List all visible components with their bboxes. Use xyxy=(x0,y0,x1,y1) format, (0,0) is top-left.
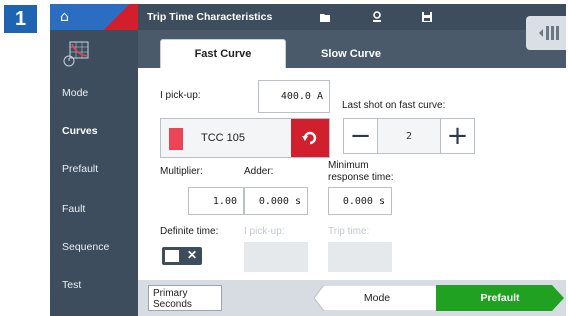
device-window: ⌂ Mode Curves Prefault Fault Sequence Te… xyxy=(50,4,566,316)
dt-ipickup-label: I pick-up: xyxy=(244,226,285,237)
last-shot-value: 2 xyxy=(405,130,413,142)
curve-color-swatch xyxy=(169,128,183,150)
adder-input[interactable]: 0.000 s xyxy=(244,187,308,215)
last-shot-stepper[interactable]: − 2 + xyxy=(343,118,475,154)
tab-slow-curve[interactable]: Slow Curve xyxy=(288,39,414,68)
min-response-input[interactable]: 0.000 s xyxy=(328,187,392,215)
dt-trip-time-input xyxy=(328,242,392,272)
trip-curve-icon xyxy=(63,41,89,67)
curve-selector[interactable]: TCC 105 xyxy=(160,118,330,158)
footer-bar: Primary Seconds Mode Prefault xyxy=(138,280,566,316)
title-bar: Trip Time Characteristics xyxy=(138,4,566,30)
mode-button-label: Mode xyxy=(363,292,391,304)
panel-collapse-button[interactable] xyxy=(526,16,566,50)
reset-curve-button[interactable] xyxy=(291,119,329,157)
ipickup-input[interactable]: 400.0 A xyxy=(258,80,330,113)
prefault-button-label: Prefault xyxy=(480,292,520,304)
curve-name: TCC 105 xyxy=(201,132,246,144)
min-response-label-line2: response time: xyxy=(328,172,394,183)
sidebar-item-fault[interactable]: Fault xyxy=(50,190,138,228)
page-title: Trip Time Characteristics xyxy=(147,11,273,23)
grid-icon xyxy=(539,26,559,40)
multiplier-label: Multiplier: xyxy=(160,166,203,177)
undo-icon xyxy=(302,131,317,145)
curve-tabs: Fast Curve Slow Curve xyxy=(138,30,566,68)
tab-fast-curve[interactable]: Fast Curve xyxy=(160,39,286,68)
multiplier-input[interactable]: 1.00 xyxy=(188,187,244,215)
dt-ipickup-input xyxy=(244,242,308,272)
definite-time-toggle[interactable]: ✕ xyxy=(162,247,202,265)
units-line1: Primary xyxy=(153,288,188,299)
sidebar-item-curves[interactable]: Curves xyxy=(50,112,138,150)
home-icon: ⌂ xyxy=(60,9,69,25)
back-mode-button[interactable]: Mode xyxy=(314,285,440,311)
sidebar-item-sequence[interactable]: Sequence xyxy=(50,228,138,266)
home-button[interactable]: ⌂ xyxy=(50,4,138,30)
sidebar-item-prefault[interactable]: Prefault xyxy=(50,150,138,188)
dt-trip-time-label: Trip time: xyxy=(328,226,370,237)
folder-icon[interactable] xyxy=(318,10,332,24)
sidebar-item-test[interactable]: Test xyxy=(50,266,138,304)
units-toggle-button[interactable]: Primary Seconds xyxy=(148,285,222,311)
ipickup-label: I pick-up: xyxy=(160,90,201,101)
screen: 1 ⌂ Mode Curves Prefault Fault Sequence … xyxy=(0,0,568,316)
units-line2: Seconds xyxy=(153,299,192,310)
increment-button[interactable]: + xyxy=(440,119,474,153)
toggle-off-icon: ✕ xyxy=(186,248,197,262)
next-prefault-button[interactable]: Prefault xyxy=(436,285,564,311)
user-icon[interactable] xyxy=(370,10,384,24)
definite-time-label: Definite time: xyxy=(160,226,219,237)
min-response-label-line1: Minimum xyxy=(328,160,369,171)
sidebar-item-mode[interactable]: Mode xyxy=(50,74,138,112)
adder-label: Adder: xyxy=(244,166,274,177)
sidebar: ⌂ Mode Curves Prefault Fault Sequence Te… xyxy=(50,4,138,316)
last-shot-label: Last shot on fast curve: xyxy=(342,100,446,111)
decrement-button[interactable]: − xyxy=(344,119,378,153)
save-icon[interactable] xyxy=(420,10,434,24)
main-content: Fast Curve Slow Curve I pick-up: 400.0 A… xyxy=(138,30,566,316)
toggle-knob xyxy=(165,250,179,262)
step-badge: 1 xyxy=(4,5,37,33)
